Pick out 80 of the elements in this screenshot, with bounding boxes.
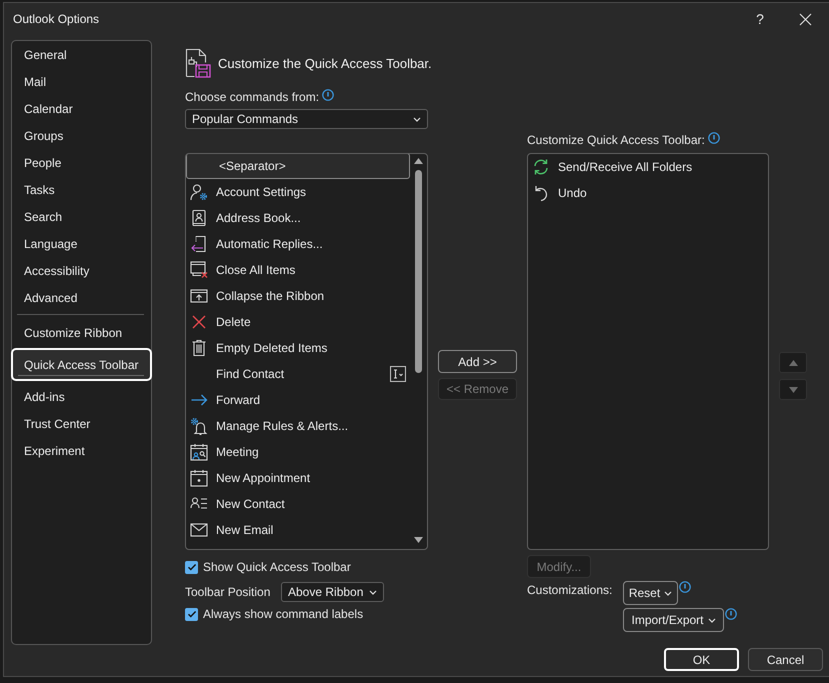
field-label: Customizations: (527, 582, 614, 599)
command-item[interactable]: Delete (186, 309, 410, 335)
triangle-down-icon (414, 537, 423, 543)
toolbar-item[interactable]: Undo (528, 180, 768, 206)
address-book-icon (190, 209, 208, 227)
user-gear-icon (190, 183, 208, 201)
toolbar-item[interactable]: Send/Receive All Folders (528, 154, 768, 180)
chevron-down-icon (664, 590, 672, 596)
sidebar-item[interactable]: Accessibility (12, 257, 151, 284)
refresh-icon (532, 158, 550, 176)
sidebar-item[interactable]: Groups (12, 122, 151, 149)
command-item[interactable]: Find Contact (186, 361, 410, 387)
sidebar-item[interactable]: Calendar (12, 95, 151, 122)
command-item[interactable]: Forward (186, 387, 410, 413)
collapse-box-icon (190, 287, 208, 305)
sidebar-item[interactable]: Add-ins (12, 383, 151, 410)
sidebar-item[interactable]: Search (12, 203, 151, 230)
sidebar-item[interactable]: General (12, 41, 151, 68)
checkbox-label[interactable]: Show Quick Access Toolbar (203, 560, 351, 574)
check-icon (186, 562, 196, 572)
info-icon (322, 89, 334, 101)
field-label: Toolbar Position (185, 585, 272, 599)
sidebar-item[interactable]: Mail (12, 68, 151, 95)
help-button[interactable]: ? (746, 5, 774, 33)
triangle-down-icon (788, 386, 798, 392)
calendar-people-icon (190, 443, 208, 461)
sidebar-item[interactable]: Advanced (12, 284, 151, 311)
reset-button[interactable]: Reset (623, 581, 678, 605)
command-item[interactable]: Close All Items (186, 257, 410, 283)
sidebar-item[interactable]: Trust Center (12, 410, 151, 437)
chevron-down-icon (413, 116, 421, 122)
sidebar-item[interactable]: Experiment (12, 437, 151, 464)
checkbox[interactable] (185, 560, 198, 574)
info-icon (708, 132, 720, 144)
command-item[interactable]: Empty Deleted Items (186, 335, 410, 361)
sidebar-item[interactable]: Tasks (12, 176, 151, 203)
info-icon (679, 581, 691, 593)
dialog-button[interactable]: Cancel (748, 648, 823, 671)
checkbox-label[interactable]: Always show command labels (203, 607, 364, 621)
command-item[interactable]: Account Settings (186, 179, 410, 205)
info-icon (725, 608, 737, 620)
commands-dropdown[interactable]: Popular Commands (185, 109, 428, 129)
sidebar-item[interactable]: Customize Ribbon (12, 319, 151, 346)
calendar-icon (190, 469, 208, 487)
command-item[interactable]: <Separator> (186, 154, 410, 179)
import-export-button[interactable]: Import/Export (623, 608, 724, 632)
command-item[interactable]: New Contact (186, 491, 410, 517)
command-item[interactable]: New Email (186, 517, 410, 543)
command-item[interactable]: Automatic Replies... (186, 231, 410, 257)
command-item[interactable]: New Appointment (186, 465, 410, 491)
command-item[interactable]: Address Book... (186, 205, 410, 231)
triangle-up-icon (788, 360, 798, 366)
sidebar-item[interactable]: Quick Access Toolbar (11, 348, 152, 381)
document-save-icon (185, 48, 211, 78)
command-item[interactable]: Collapse the Ribbon (186, 283, 410, 309)
command-item[interactable]: Meeting (186, 439, 410, 465)
chevron-down-icon (369, 590, 377, 594)
check-icon (186, 609, 196, 619)
scrollbar-thumb[interactable] (415, 170, 422, 373)
dialog-button[interactable]: OK (664, 648, 739, 671)
windows-close-icon (190, 261, 208, 279)
sidebar-item[interactable]: Language (12, 230, 151, 257)
position-dropdown[interactable]: Above Ribbon (281, 582, 384, 602)
command-item[interactable]: Manage Rules & Alerts... (186, 413, 410, 439)
chevron-down-icon (708, 618, 716, 622)
trash-icon (190, 339, 208, 357)
page-title: Customize the Quick Access Toolbar. (218, 56, 432, 70)
field-label: Customize Quick Access Toolbar: (527, 132, 705, 148)
field-label: Choose commands from: (185, 89, 320, 105)
close-icon (798, 12, 812, 26)
checkbox[interactable] (185, 608, 198, 620)
document-arrow-icon (190, 235, 208, 253)
delete-x-icon (190, 313, 208, 331)
bell-gear-icon (190, 417, 208, 435)
triangle-up-icon (414, 158, 423, 164)
sidebar-item[interactable]: People (12, 149, 151, 176)
window-title: Outlook Options (13, 12, 100, 26)
envelope-icon (190, 521, 208, 539)
text-box-icon (390, 366, 406, 382)
add-button[interactable]: Add >> (438, 350, 517, 373)
